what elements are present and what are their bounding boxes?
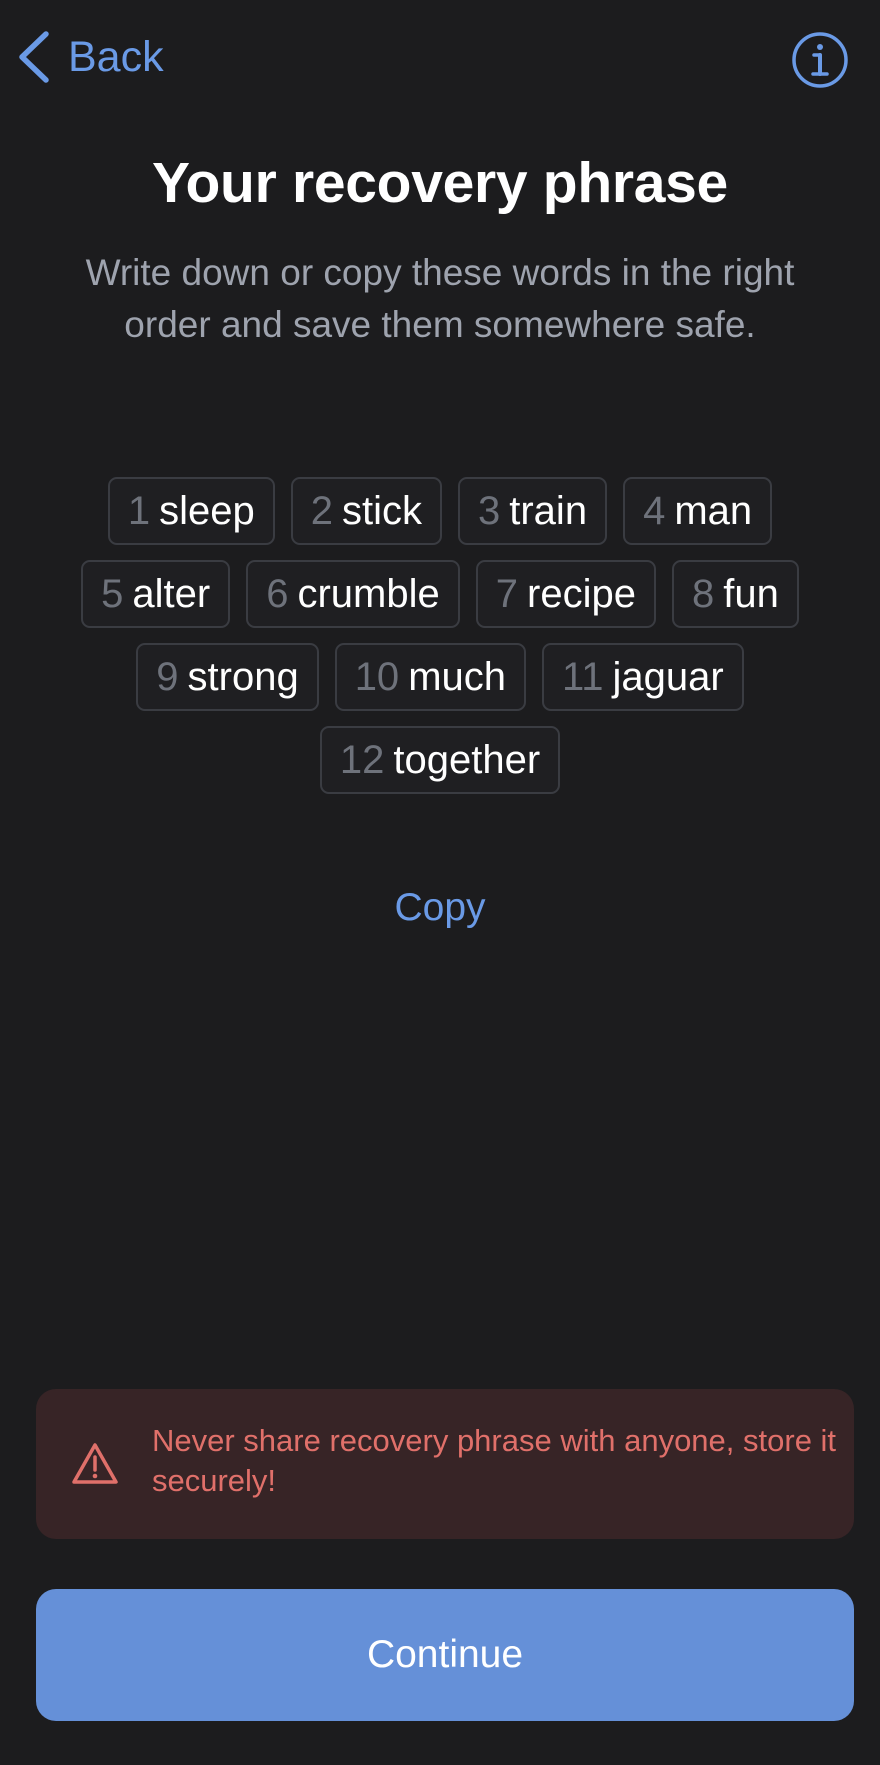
word-chip: 11 jaguar: [542, 643, 744, 711]
warning-text: Never share recovery phrase with anyone,…: [152, 1423, 837, 1498]
word-number: 10: [354, 654, 400, 699]
back-label: Back: [68, 32, 164, 81]
word-number: 8: [691, 571, 715, 616]
word-number: 9: [156, 654, 179, 699]
word-text: strong: [187, 654, 299, 699]
word-number: 4: [643, 488, 666, 533]
word-chip: 9 strong: [136, 643, 319, 711]
word-text: sleep: [159, 488, 255, 533]
word-row: 9 strong 10 much 11 jaguar: [40, 643, 840, 711]
word-chip: 6 crumble: [246, 560, 460, 628]
word-chip: 2 stick: [290, 477, 442, 545]
word-row: 5 alter 6 crumble 7 recipe 8 fun: [40, 560, 840, 628]
info-icon[interactable]: [790, 30, 850, 90]
word-chip: 1 sleep: [107, 477, 275, 545]
word-number: 12: [339, 737, 385, 782]
word-number: 1: [127, 488, 151, 533]
word-number: 2: [310, 488, 333, 533]
word-text: much: [408, 654, 506, 699]
page-subtitle: Write down or copy these words in the ri…: [85, 252, 795, 345]
recovery-phrase-grid: 1 sleep 2 stick 3 train 4 man 5 alter 6 crumbl…: [40, 477, 840, 809]
copy-button[interactable]: Copy: [340, 886, 540, 930]
word-text: recipe: [527, 571, 636, 616]
word-chip: 3 train: [458, 477, 608, 545]
warning-triangle-icon: [72, 1443, 118, 1484]
word-chip: 4 man: [623, 477, 773, 545]
word-text: man: [674, 488, 753, 533]
continue-button[interactable]: Continue: [36, 1589, 854, 1721]
chevron-left-icon: [19, 31, 49, 83]
word-text: crumble: [297, 571, 440, 616]
word-chip: 7 recipe: [475, 560, 656, 628]
word-number: 5: [101, 571, 124, 616]
word-number: 11: [562, 654, 604, 699]
security-warning-banner: Never share recovery phrase with anyone,…: [36, 1389, 854, 1539]
word-text: jaguar: [612, 654, 724, 699]
word-chip: 12 together: [319, 726, 561, 794]
word-text: fun: [723, 571, 779, 616]
word-chip: 5 alter: [81, 560, 231, 628]
word-number: 6: [266, 571, 289, 616]
word-number: 7: [495, 571, 518, 616]
word-row: 12 together: [40, 726, 840, 794]
word-row: 1 sleep 2 stick 3 train 4 man: [40, 477, 840, 545]
word-text: alter: [132, 571, 211, 616]
word-number: 3: [478, 488, 501, 533]
navigation-bar: Back: [0, 0, 880, 120]
word-text: together: [393, 737, 541, 782]
word-text: train: [509, 488, 588, 533]
page-title: Your recovery phrase: [152, 151, 728, 215]
back-button[interactable]: Back: [16, 28, 164, 86]
word-text: stick: [342, 488, 422, 533]
word-chip: 8 fun: [671, 560, 799, 628]
word-chip: 10 much: [334, 643, 526, 711]
